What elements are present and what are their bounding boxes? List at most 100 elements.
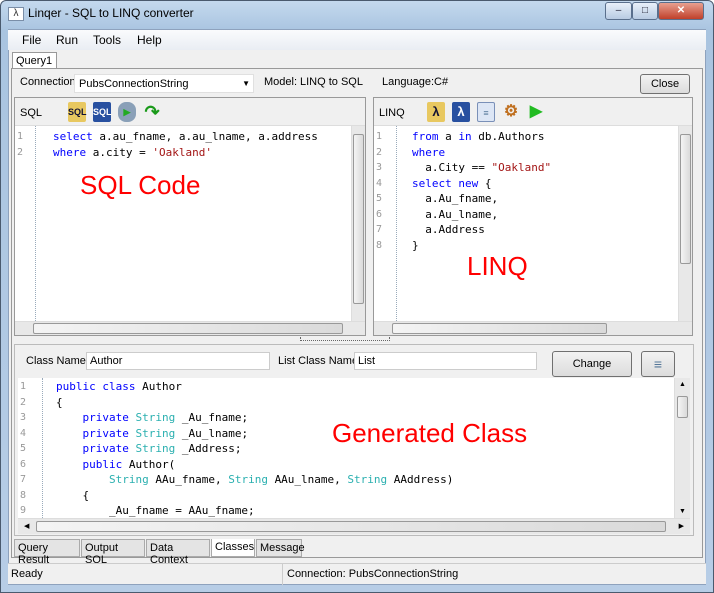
run-icon[interactable]: ▶ [527,102,545,122]
sql-vertical-scrollbar[interactable] [351,126,365,321]
gears-icon[interactable]: ⚙ [502,102,520,122]
linq-toolbar: LINQ λ λ ≡ ⚙ ▶ [374,98,692,126]
code-line: select new { [412,177,491,190]
line-number: 8 [376,239,383,251]
linq-panel-title: LINQ [379,107,405,119]
classes-vertical-scrollbar[interactable]: ▲ ▼ [674,378,690,518]
tab-query1[interactable]: Query1 [12,52,57,69]
code-token: _Au_fname = AAu_fname; [56,504,255,517]
classes-horizontal-scrollbar[interactable]: ◀ ▶ [18,518,690,534]
classes-annotation: Generated Class [332,418,528,448]
sql-save-icon[interactable]: SQL [93,102,112,122]
lambda-save-icon[interactable]: λ [452,102,470,122]
code-line: String AAu_fname, String AAu_lname, Stri… [56,473,453,486]
linq-vertical-scrollbar[interactable] [678,126,692,321]
code-line: select a.au_fname, a.au_lname, a.address [53,130,318,143]
code-token: private [56,442,136,455]
class-name-input[interactable] [86,352,270,370]
splitter-handle[interactable] [300,337,390,341]
code-token: { [56,488,90,502]
lambda-open-icon[interactable]: λ [427,102,445,122]
code-line: private String _Address; [56,442,241,455]
code-token: AAu_fname, [155,473,229,486]
redo-arrow-icon[interactable]: ↷ [143,102,161,122]
code-token: private [56,411,136,424]
status-bar: Ready Connection: PubsConnectionString [8,563,706,585]
code-token: public [56,457,129,471]
code-token: select new [412,176,485,190]
sql-panel: SQL SQL SQL ▶ ↷ 1 select a.au_fname, a.au… [14,97,366,336]
code-token: { [484,176,492,190]
code-token: String [228,473,275,486]
tab-message[interactable]: Message [256,539,305,557]
classes-editor[interactable]: 1 public class Author 2 {3 private String _… [18,378,674,518]
status-connection: Connection: PubsConnectionString [287,568,459,580]
line-number: 2 [376,146,383,158]
line-number: 4 [20,427,27,439]
close-query-button[interactable]: Close [640,74,690,94]
copy-classes-button[interactable]: ≡ [641,351,675,377]
menu-tools[interactable]: Tools [93,33,121,47]
tab-classes[interactable]: Classes [211,539,255,557]
menu-run[interactable]: Run [56,33,78,47]
code-token: select [53,130,100,143]
linq-panel: LINQ λ λ ≡ ⚙ ▶ 1 from a in db.Authors 2 whe… [373,97,693,336]
gutter-line [396,126,397,321]
sql-annotation: SQL Code [80,170,201,200]
line-number: 1 [376,131,383,142]
line-number: 1 [17,131,24,142]
tab-output-sql[interactable]: Output SQL [81,539,145,566]
class-name-label: Class Name [26,355,86,367]
code-token: db.Authors [478,130,545,143]
menu-bar: File Run Tools Help [8,30,706,50]
line-number: 5 [20,443,27,454]
change-classes-button[interactable]: Change Classes [552,351,632,394]
code-token: _Address; [181,442,242,455]
code-line: public class Author [56,380,182,393]
connection-select[interactable]: PubsConnectionString ▼ [74,74,254,93]
code-token: _Au_lname; [181,426,249,440]
code-line: a.Address [412,223,485,236]
code-line: a.Au_fname, [412,192,498,205]
code-line: a.City == "Oakland" [412,161,551,174]
code-token: a.City == [412,161,492,174]
code-line: { [56,489,89,502]
code-token: AAddress) [393,473,454,486]
code-token: String [135,442,182,455]
code-line: private String _Au_lname; [56,427,248,440]
linq-editor[interactable]: 1 from a in db.Authors 2 where 3 a.City == "… [374,126,678,321]
connection-value: PubsConnectionString [79,78,189,90]
code-token: "Oakland" [491,161,552,174]
line-number: 1 [20,381,27,392]
minimize-button[interactable]: – [605,2,632,20]
code-token: where [53,145,93,159]
list-class-name-label: List Class Name [278,355,359,367]
code-token: 'Oakland' [152,145,212,159]
code-line: public Author( [56,458,175,471]
code-token: a.city = [92,145,153,159]
code-token: } [412,238,419,252]
model-label: Model: [264,76,298,88]
maximize-button[interactable]: □ [632,2,658,20]
sql-editor[interactable]: 1 select a.au_fname, a.au_lname, a.addres… [15,126,351,321]
menu-help[interactable]: Help [137,33,162,47]
line-number: 2 [20,396,27,408]
list-class-name-input[interactable] [354,352,537,370]
sql-open-icon[interactable]: SQL [68,102,87,122]
code-line: private String _Au_fname; [56,411,248,424]
copy-icon[interactable]: ≡ [477,102,495,122]
menu-file[interactable]: File [22,33,41,47]
tab-query-result[interactable]: Query Result [14,539,80,566]
line-number: 8 [20,489,27,501]
sql-horizontal-scrollbar[interactable] [15,321,365,335]
linq-horizontal-scrollbar[interactable] [374,321,692,335]
line-number: 9 [20,505,27,516]
tab-data-context[interactable]: Data Context [146,539,210,566]
code-token: a.Au_fname, [412,192,499,205]
code-token: { [56,395,63,409]
close-window-button[interactable]: ✕ [658,2,704,20]
line-number: 6 [376,208,383,220]
database-run-icon[interactable]: ▶ [118,102,136,122]
connection-label: Connection [20,76,76,88]
line-number: 7 [20,474,27,485]
